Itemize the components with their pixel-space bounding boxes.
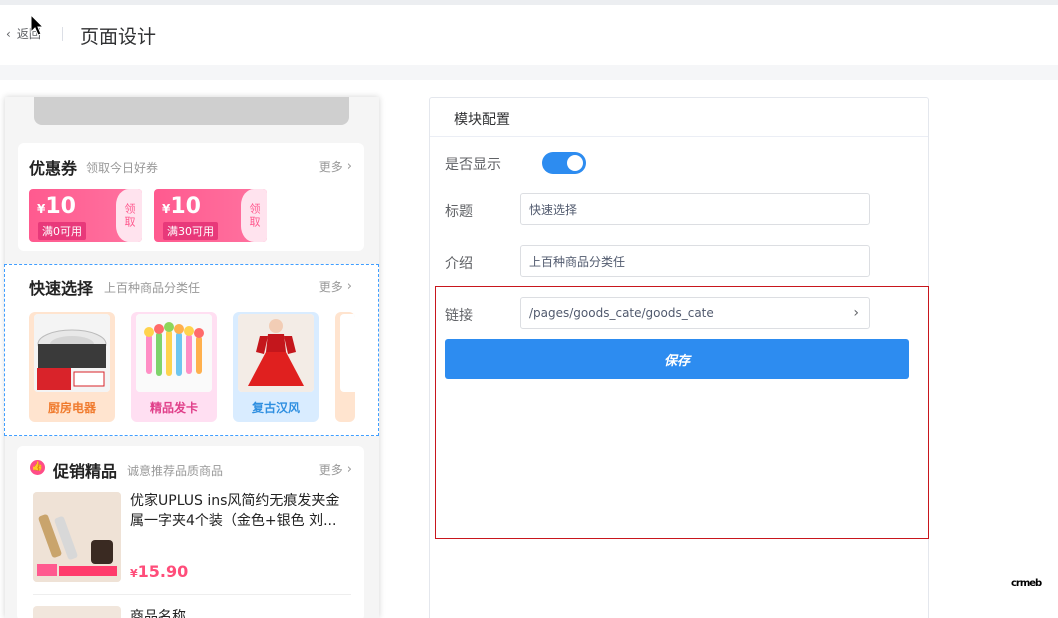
- page-header: ‹ 返回 页面设计: [0, 5, 1058, 65]
- product-image: [34, 314, 110, 392]
- goods-name[interactable]: 商品名称: [130, 606, 186, 618]
- quick-section-subtitle: 上百种商品分类任: [104, 281, 201, 295]
- coupon-condition: 满0可用: [38, 222, 86, 240]
- banner-placeholder[interactable]: [34, 97, 349, 125]
- goods-name[interactable]: 优家UPLUS ins风简约无痕发夹金属一字夹4个装（金色+银色 刘...: [130, 491, 352, 531]
- coupon-more-link[interactable]: 更多 ›: [319, 158, 352, 175]
- hairclip-product-icon: [33, 492, 121, 582]
- product-image: [238, 314, 314, 392]
- module-config-panel: 模块配置 是否显示 标题 介绍 链接 /pages/goods_cate/goo…: [429, 97, 929, 618]
- product-image: [340, 314, 355, 392]
- goods-image[interactable]: [33, 492, 121, 582]
- goods-divider: [33, 594, 351, 595]
- save-button[interactable]: 保存: [445, 339, 909, 379]
- coupon-amount-value: 10: [45, 194, 76, 219]
- show-label: 是否显示: [445, 157, 501, 173]
- page-title: 页面设计: [80, 26, 157, 48]
- coupon-amount: ¥10: [162, 194, 201, 219]
- show-toggle[interactable]: [542, 152, 586, 174]
- more-label: 更多: [318, 463, 343, 477]
- quick-item-label: 精品发卡: [149, 401, 198, 415]
- quick-item-hanfu[interactable]: 复古汉风: [233, 312, 319, 422]
- product-image: [136, 314, 212, 392]
- coupon-item[interactable]: ¥10 满30可用 领取: [154, 189, 267, 242]
- link-label: 链接: [445, 308, 473, 324]
- goods-currency: ¥: [130, 567, 138, 580]
- promo-section-title: 促销精品: [53, 462, 118, 481]
- toggle-knob: [567, 155, 583, 171]
- mouse-cursor-icon: [30, 14, 44, 36]
- coupon-condition: 满30可用: [163, 222, 218, 240]
- panel-title: 模块配置: [454, 112, 510, 128]
- chevron-left-icon: ‹: [6, 26, 11, 41]
- hairpin-icon: [136, 314, 212, 392]
- promo-section-subtitle: 诚意推荐品质商品: [127, 464, 224, 478]
- quick-item-hairpin[interactable]: 精品发卡: [131, 312, 217, 422]
- title-input[interactable]: [520, 193, 870, 225]
- coupon-section-subtitle: 领取今日好券: [86, 161, 159, 175]
- dress-icon: [238, 314, 314, 392]
- quick-more-link[interactable]: 更多 ›: [319, 278, 352, 295]
- thumb-up-icon: 👍: [30, 460, 45, 475]
- chevron-right-icon: ›: [346, 279, 352, 294]
- intro-label: 介绍: [445, 256, 473, 272]
- chevron-right-icon: ›: [853, 305, 859, 321]
- coupon-item[interactable]: ¥10 满0可用 领取: [29, 189, 142, 242]
- coupon-amount: ¥10: [37, 194, 76, 219]
- chevron-right-icon: ›: [346, 462, 352, 477]
- induction-cooker-icon: [34, 314, 110, 392]
- promo-section[interactable]: 👍 促销精品 诚意推荐品质商品 更多 › 优家UPLUS ins风简约无痕发夹金…: [17, 446, 364, 618]
- coupon-take-button[interactable]: 领取: [116, 189, 142, 242]
- promo-more-link[interactable]: 更多 ›: [319, 461, 352, 478]
- link-value: /pages/goods_cate/goods_cate: [529, 306, 714, 320]
- quick-select-section[interactable]: 快速选择 上百种商品分类任 更多 › 厨房电器 精品发卡 复古汉风: [4, 264, 379, 436]
- goods-price-value: 15.90: [137, 562, 189, 581]
- more-label: 更多: [318, 160, 343, 174]
- goods-price: ¥15.90: [130, 562, 188, 581]
- quick-item-label: 复古汉风: [251, 401, 300, 415]
- coupon-section-title: 优惠券: [29, 159, 78, 178]
- panel-header: 模块配置: [430, 98, 928, 137]
- title-label: 标题: [445, 204, 473, 220]
- coupon-take-button[interactable]: 领取: [241, 189, 267, 242]
- header-divider: [62, 27, 63, 41]
- more-label: 更多: [318, 280, 343, 294]
- quick-item-partial[interactable]: [335, 312, 355, 422]
- quick-item-label: 厨房电器: [47, 401, 96, 415]
- goods-image[interactable]: [33, 606, 121, 618]
- watermark-logo: crmeb: [1011, 578, 1042, 589]
- link-select[interactable]: /pages/goods_cate/goods_cate ›: [520, 297, 870, 329]
- quick-item-kitchen[interactable]: 厨房电器: [29, 312, 115, 422]
- chevron-right-icon: ›: [346, 159, 352, 174]
- coupon-amount-value: 10: [170, 194, 201, 219]
- intro-input[interactable]: [520, 245, 870, 277]
- quick-section-title: 快速选择: [29, 279, 94, 298]
